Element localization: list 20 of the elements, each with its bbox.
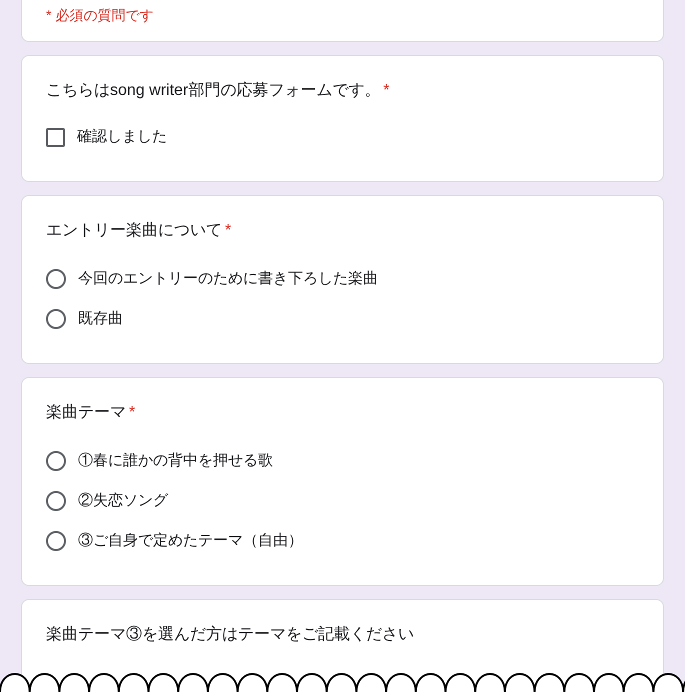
radio-button[interactable] bbox=[46, 531, 66, 551]
checkbox[interactable] bbox=[46, 128, 65, 146]
required-asterisk: * bbox=[129, 403, 136, 423]
radio-button[interactable] bbox=[46, 491, 66, 511]
required-asterisk: * bbox=[225, 221, 232, 241]
option-label[interactable]: ①春に誰かの背中を押せる歌 bbox=[78, 451, 273, 471]
required-asterisk: * bbox=[383, 81, 390, 101]
option-label[interactable]: ③ご自身で定めたテーマ（自由） bbox=[78, 531, 303, 551]
option-label[interactable]: 今回のエントリーのために書き下ろした楽曲 bbox=[78, 269, 378, 289]
option-label[interactable]: 既存曲 bbox=[78, 309, 123, 329]
question-title: エントリー楽曲について bbox=[46, 220, 222, 241]
radio-button[interactable] bbox=[46, 309, 66, 329]
required-note: * 必須の質問です bbox=[46, 6, 154, 25]
question-title: こちらはsong writer部門の応募フォームです。 bbox=[46, 80, 380, 101]
radio-button[interactable] bbox=[46, 451, 66, 471]
question-title: 楽曲テーマ bbox=[46, 402, 126, 423]
option-label[interactable]: ②失恋ソング bbox=[78, 491, 168, 511]
radio-button[interactable] bbox=[46, 269, 66, 289]
question-title: 楽曲テーマ③を選んだ方はテーマをご記載ください bbox=[46, 624, 414, 645]
option-label[interactable]: 確認しました bbox=[77, 127, 167, 147]
